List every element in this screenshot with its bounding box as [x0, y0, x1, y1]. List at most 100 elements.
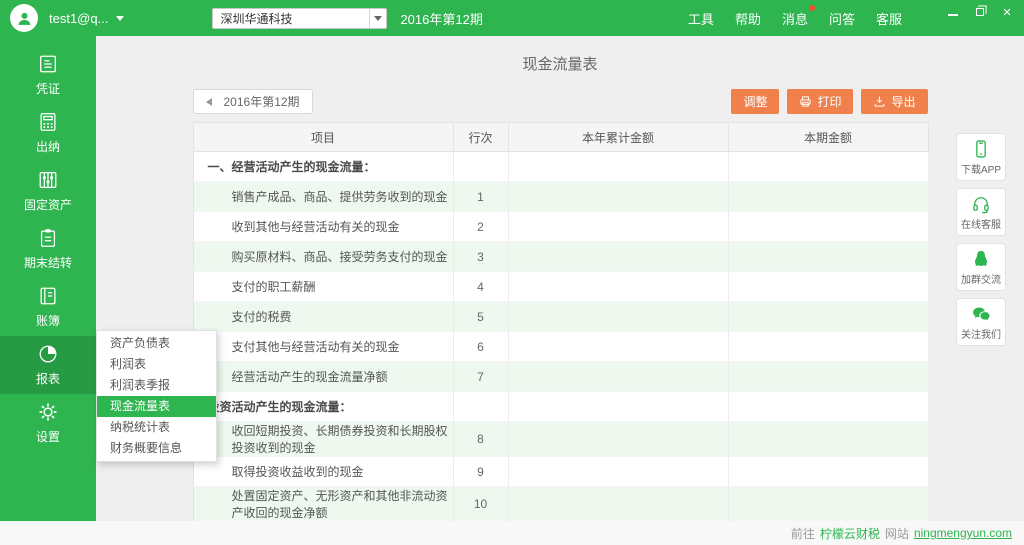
topbar-menu-help[interactable]: 帮助: [735, 9, 761, 28]
user-dropdown-caret-icon[interactable]: [116, 16, 124, 21]
col-header-item: 项目: [193, 123, 453, 152]
submenu-item-cash-flow-statement[interactable]: 现金流量表: [97, 396, 216, 417]
float-button-label: 在线客服: [961, 216, 1001, 231]
adjust-button[interactable]: 调整: [731, 89, 779, 114]
footer-prefix: 前往: [791, 525, 815, 542]
row-line-cell: 4: [453, 272, 508, 302]
table-row: 收回短期投资、长期债券投资和长期股权投资收到的现金8: [193, 422, 928, 457]
row-period-amount-cell: [728, 422, 928, 457]
submenu-item-balance-sheet[interactable]: 资产负债表: [97, 333, 216, 354]
row-year-amount-cell: [508, 332, 728, 362]
row-year-amount-cell: [508, 392, 728, 422]
row-year-amount-cell: [508, 457, 728, 487]
table-row: 购买原材料、商品、接受劳务支付的现金3: [193, 242, 928, 272]
row-period-amount-cell: [728, 182, 928, 212]
reports-submenu: 资产负债表利润表利润表季报现金流量表纳税统计表财务概要信息: [96, 330, 217, 462]
restore-button[interactable]: [973, 5, 987, 19]
topbar-menu-label: 帮助: [735, 12, 761, 27]
table-row: 处置固定资产、无形资产和其他非流动资产收回的现金净额10: [193, 487, 928, 522]
row-period-amount-cell: [728, 332, 928, 362]
report-table: 项目 行次 本年累计金额 本期金额 一、经营活动产生的现金流量：销售产成品、商品…: [193, 122, 928, 521]
row-item-cell: 支付其他与经营活动有关的现金: [193, 332, 453, 362]
topbar-menu-qa[interactable]: 问答: [829, 9, 855, 28]
topbar-menu-messages[interactable]: 消息: [782, 9, 808, 28]
table-row: 支付其他与经营活动有关的现金6: [193, 332, 928, 362]
row-period-amount-cell: [728, 457, 928, 487]
period-selector-label: 2016年第12期: [224, 93, 300, 110]
online-service-button[interactable]: 在线客服: [956, 188, 1006, 236]
export-icon: [873, 95, 886, 108]
export-button[interactable]: 导出: [861, 89, 927, 114]
row-period-amount-cell: [728, 392, 928, 422]
company-select-arrow[interactable]: [369, 9, 386, 28]
sidebar-item-voucher[interactable]: 凭证: [0, 46, 96, 104]
sidebar-item-settings[interactable]: 设置: [0, 394, 96, 452]
row-line-cell: [453, 392, 508, 422]
topbar-menu-label: 问答: [829, 12, 855, 27]
username[interactable]: test1@q...: [49, 11, 108, 26]
row-line-cell: 8: [453, 422, 508, 457]
topbar-menu-tools[interactable]: 工具: [688, 9, 714, 28]
close-button[interactable]: ×: [1000, 5, 1014, 19]
row-year-amount-cell: [508, 152, 728, 182]
period-selector-button[interactable]: 2016年第12期: [193, 89, 313, 114]
page-title: 现金流量表: [96, 36, 1024, 74]
topbar: test1@q... 深圳华通科技 2016年第12期 工具帮助消息问答客服 ×: [0, 0, 1024, 36]
row-item-cell: 投资活动产生的现金流量：: [193, 392, 453, 422]
col-header-year-amount: 本年累计金额: [508, 123, 728, 152]
footer-brand[interactable]: 柠檬云财税: [820, 525, 880, 542]
chevron-left-icon[interactable]: [206, 98, 212, 106]
message-badge: [809, 5, 815, 11]
adjust-button-label: 调整: [743, 93, 767, 110]
print-button[interactable]: 打印: [787, 89, 853, 114]
follow-us-button[interactable]: 关注我们: [956, 298, 1006, 346]
sidebar-item-cashier[interactable]: 出纳: [0, 104, 96, 162]
row-line-cell: 6: [453, 332, 508, 362]
topbar-menu-label: 客服: [876, 12, 902, 27]
table-row: 支付的职工薪酬4: [193, 272, 928, 302]
period-end-icon: [37, 227, 59, 249]
row-period-amount-cell: [728, 362, 928, 392]
row-year-amount-cell: [508, 422, 728, 457]
download-app-button[interactable]: 下载APP: [956, 133, 1006, 181]
row-line-cell: 10: [453, 487, 508, 522]
fixed-assets-icon: [37, 169, 59, 191]
user-avatar[interactable]: [10, 4, 38, 32]
row-line-cell: 1: [453, 182, 508, 212]
row-year-amount-cell: [508, 487, 728, 522]
float-button-stack: 下载APP 在线客服加群交流关注我们: [956, 133, 1006, 346]
voucher-icon: [37, 53, 59, 75]
row-line-cell: 3: [453, 242, 508, 272]
row-year-amount-cell: [508, 182, 728, 212]
row-item-cell: 购买原材料、商品、接受劳务支付的现金: [193, 242, 453, 272]
row-period-amount-cell: [728, 212, 928, 242]
sidebar-item-period-end[interactable]: 期末结转: [0, 220, 96, 278]
float-button-label: 加群交流: [961, 271, 1001, 286]
topbar-menu-customer-service[interactable]: 客服: [876, 9, 902, 28]
ledger-icon: [37, 285, 59, 307]
headset-icon: [971, 194, 991, 214]
sidebar-item-fixed-assets[interactable]: 固定资产: [0, 162, 96, 220]
company-name: 深圳华通科技: [213, 10, 369, 27]
row-item-cell: 处置固定资产、无形资产和其他非流动资产收回的现金净额: [193, 487, 453, 522]
submenu-item-tax-statistics[interactable]: 纳税统计表: [97, 417, 216, 438]
table-row: 投资活动产生的现金流量：: [193, 392, 928, 422]
phone-icon: [971, 139, 991, 159]
submenu-item-income-statement-quarterly[interactable]: 利润表季报: [97, 375, 216, 396]
row-line-cell: [453, 152, 508, 182]
sidebar-item-ledger[interactable]: 账簿: [0, 278, 96, 336]
row-line-cell: 5: [453, 302, 508, 332]
submenu-item-income-statement[interactable]: 利润表: [97, 354, 216, 375]
company-select[interactable]: 深圳华通科技: [212, 8, 387, 29]
row-line-cell: 7: [453, 362, 508, 392]
settings-icon: [37, 401, 59, 423]
table-row: 销售产成品、商品、提供劳务收到的现金1: [193, 182, 928, 212]
footer-link[interactable]: ningmengyun.com: [914, 526, 1012, 540]
topbar-menu-label: 工具: [688, 12, 714, 27]
minimize-button[interactable]: [946, 5, 960, 19]
table-row: 经营活动产生的现金流量净额7: [193, 362, 928, 392]
sidebar-item-reports[interactable]: 报表: [0, 336, 96, 394]
join-group-button[interactable]: 加群交流: [956, 243, 1006, 291]
submenu-item-financial-summary[interactable]: 财务概要信息: [97, 438, 216, 459]
table-row: 取得投资收益收到的现金9: [193, 457, 928, 487]
